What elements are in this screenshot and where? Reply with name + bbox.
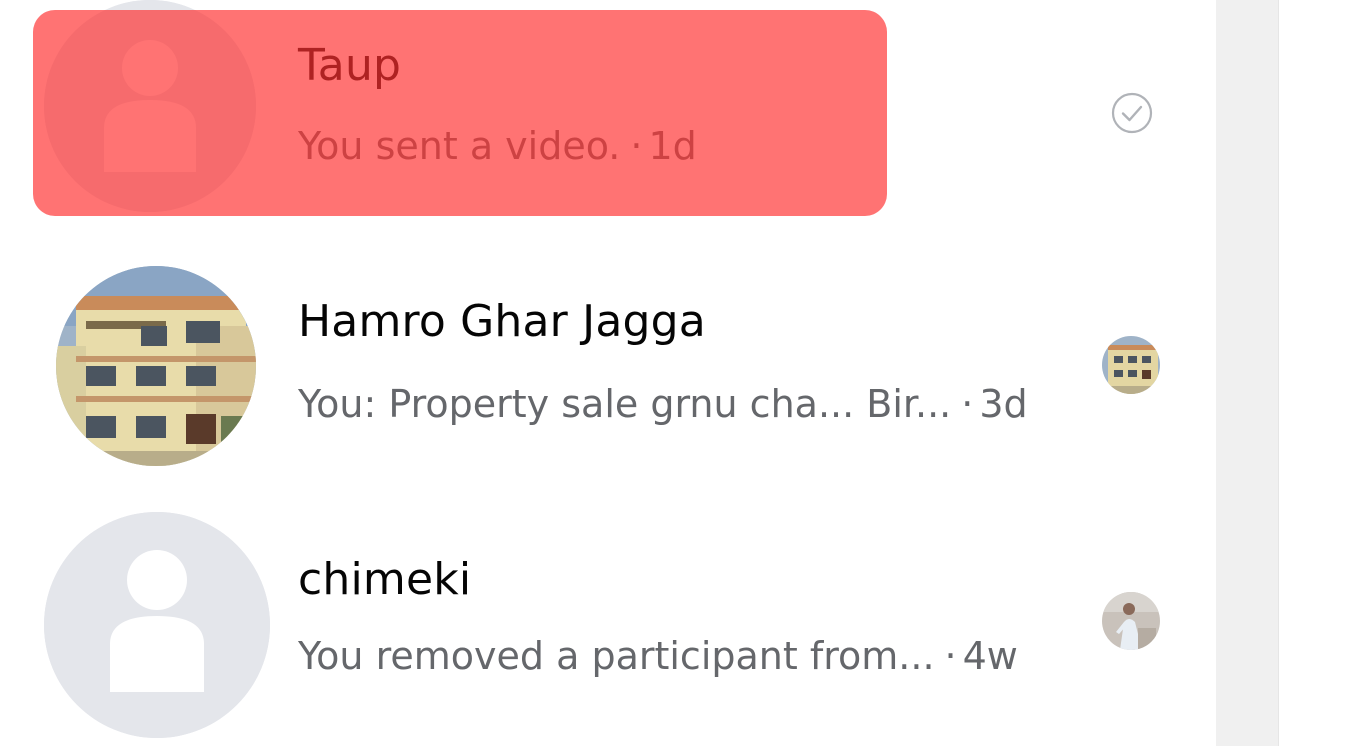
conversation-item-taup[interactable]: Taup You sent a video. · 1d: [0, 0, 1216, 232]
timestamp: 1d: [648, 124, 697, 168]
messenger-viewport: Taup You sent a video. · 1d Hamro Ghar J…: [0, 0, 1366, 746]
timestamp: 4w: [962, 634, 1018, 678]
preview-text: You sent a video.: [298, 124, 621, 168]
conversation-name: Hamro Ghar Jagga: [298, 296, 706, 347]
conversation-preview: You: Property sale grnu cha... Bir... · 3d: [298, 382, 1028, 426]
sent-check-icon: [1110, 91, 1154, 135]
default-profile-icon: [44, 512, 270, 738]
conversation-item-hamro-ghar-jagga[interactable]: Hamro Ghar Jagga You: Property sale grnu…: [0, 240, 1216, 480]
conversation-item-chimeki[interactable]: chimeki You removed a participant from..…: [0, 496, 1216, 738]
right-pane: [1279, 0, 1366, 746]
conversation-preview: You removed a participant from... · 4w: [298, 634, 1018, 678]
separator-dot: ·: [944, 634, 957, 678]
seen-avatar-building: [1102, 336, 1160, 394]
building-photo-avatar: [56, 266, 256, 466]
conversation-name: chimeki: [298, 554, 472, 605]
separator-dot: ·: [630, 124, 643, 168]
separator-dot: ·: [961, 382, 974, 426]
conversation-preview: You sent a video. · 1d: [298, 124, 697, 168]
scrollbar-track[interactable]: [1216, 0, 1279, 746]
conversation-name: Taup: [298, 40, 402, 91]
preview-text: You removed a participant from...: [298, 634, 935, 678]
conversation-list: Taup You sent a video. · 1d Hamro Ghar J…: [0, 0, 1216, 746]
timestamp: 3d: [979, 382, 1028, 426]
seen-avatar-person: [1102, 592, 1160, 650]
preview-text: You: Property sale grnu cha... Bir...: [298, 382, 952, 426]
default-profile-icon: [44, 0, 256, 212]
